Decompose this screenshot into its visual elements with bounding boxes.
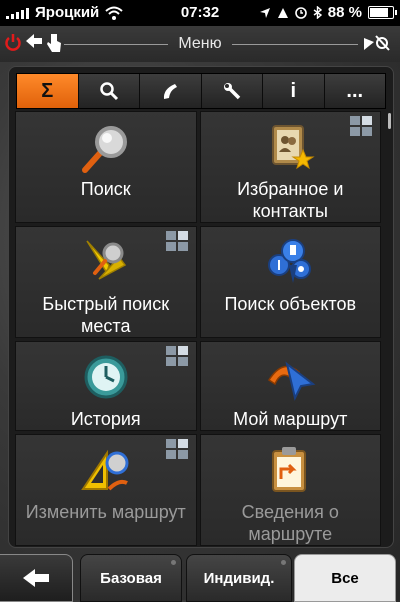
quick-search-icon bbox=[86, 240, 126, 280]
indicator-dot bbox=[281, 560, 286, 565]
clock: 07:32 bbox=[180, 4, 220, 21]
tile-favorites[interactable]: Избранное и контакты bbox=[199, 111, 381, 223]
tile-search[interactable]: Поиск bbox=[15, 111, 197, 223]
no-gps-icon[interactable] bbox=[362, 32, 394, 54]
route-info-icon bbox=[272, 447, 307, 492]
wrench-icon bbox=[223, 83, 240, 100]
info-icon: i bbox=[290, 79, 297, 102]
tab-phone[interactable] bbox=[140, 74, 202, 108]
tab-custom-label: Индивид. bbox=[203, 569, 275, 587]
address-book-icon bbox=[272, 125, 315, 170]
route-icon bbox=[268, 361, 316, 401]
category-tabs: Σ i ... bbox=[16, 73, 386, 109]
back-arrow-icon bbox=[23, 569, 49, 587]
scrollbar[interactable] bbox=[388, 113, 391, 129]
tab-info[interactable]: i bbox=[263, 74, 325, 108]
tile-label: Избранное и контакты bbox=[237, 179, 344, 221]
battery-icon bbox=[368, 6, 397, 19]
tile-label: Поиск объектов bbox=[224, 294, 357, 314]
tile-label: Мой маршрут bbox=[233, 409, 348, 429]
shortcut-grid-icon[interactable] bbox=[165, 231, 188, 251]
alarm-icon bbox=[294, 6, 307, 19]
bluetooth-icon bbox=[313, 6, 322, 19]
tab-more[interactable]: ... bbox=[324, 74, 385, 108]
bottom-bar: Базовая Индивид. Все bbox=[0, 548, 400, 602]
tab-search[interactable] bbox=[78, 74, 140, 108]
history-icon bbox=[84, 355, 128, 399]
tile-label: Изменить маршрут bbox=[25, 502, 186, 522]
sigma-icon: Σ bbox=[41, 79, 54, 102]
status-bar: Яроцкий 07:32 88 % bbox=[0, 0, 400, 26]
location-arrow-icon bbox=[259, 7, 270, 18]
rotation-lock-icon bbox=[277, 7, 288, 18]
menu-grid: Поиск Избранное и контакты Быстрый поиск… bbox=[15, 111, 381, 546]
tile-history[interactable]: История bbox=[15, 341, 197, 431]
tab-custom[interactable]: Индивид. bbox=[186, 554, 292, 602]
shortcut-grid-icon[interactable] bbox=[350, 116, 372, 136]
tab-basic[interactable]: Базовая bbox=[80, 554, 182, 602]
tile-label: История bbox=[70, 409, 141, 429]
menu-panel: Σ i ... Поиск Избранное и контакты Быстр… bbox=[8, 66, 394, 548]
search-icon bbox=[100, 82, 118, 101]
indicator-dot bbox=[171, 560, 176, 565]
back-button[interactable] bbox=[0, 554, 73, 602]
tab-basic-label: Базовая bbox=[100, 569, 162, 587]
tab-all-label: Все bbox=[331, 569, 359, 587]
edit-route-icon bbox=[80, 449, 129, 491]
tab-settings[interactable] bbox=[201, 74, 263, 108]
tile-label: Сведения о маршруте bbox=[241, 502, 339, 544]
tile-label: Быстрый поиск места bbox=[42, 294, 170, 336]
tab-all[interactable]: Все bbox=[294, 554, 396, 602]
poi-icon bbox=[268, 239, 312, 283]
magnifier-icon bbox=[81, 126, 127, 173]
tile-quick-search[interactable]: Быстрый поиск места bbox=[15, 226, 197, 338]
tile-edit-route[interactable]: Изменить маршрут bbox=[15, 434, 197, 546]
tab-sigma[interactable]: Σ bbox=[17, 74, 79, 108]
shortcut-grid-icon[interactable] bbox=[165, 346, 188, 366]
battery-percent: 88 % bbox=[327, 4, 362, 21]
tile-label: Поиск bbox=[80, 179, 131, 199]
shortcut-grid-icon[interactable] bbox=[165, 439, 188, 459]
title-bar: Меню bbox=[0, 26, 400, 62]
tile-poi-search[interactable]: Поиск объектов bbox=[199, 226, 381, 338]
tile-route-info[interactable]: Сведения о маршруте bbox=[199, 434, 381, 546]
tile-my-route[interactable]: Мой маршрут bbox=[199, 341, 381, 431]
more-icon: ... bbox=[346, 79, 364, 102]
phone-icon bbox=[164, 84, 178, 99]
